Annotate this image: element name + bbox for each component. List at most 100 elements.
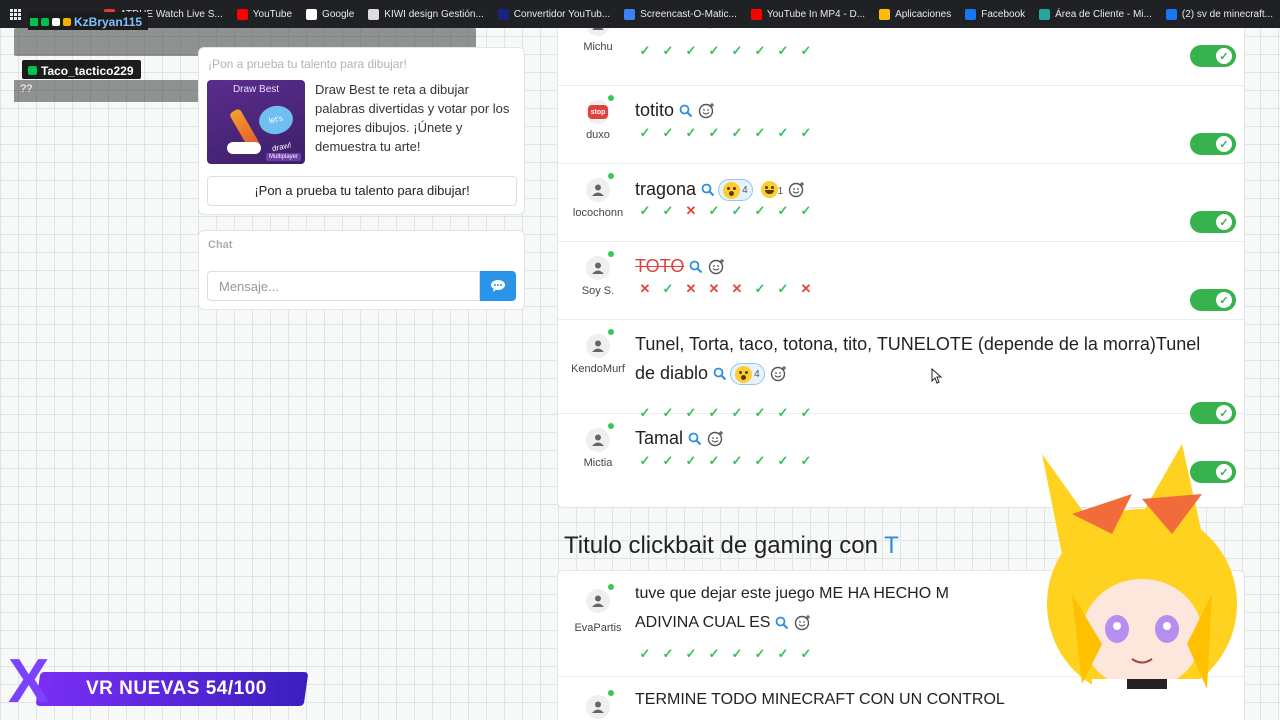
answer-username: KendoMurf bbox=[571, 363, 625, 375]
user-icon bbox=[592, 434, 604, 446]
check-icon: ✓ bbox=[1215, 213, 1233, 231]
user-avatar bbox=[586, 329, 614, 358]
answer-text-line1: Tunel, Torta, taco, totona, tito, TUNELO… bbox=[635, 334, 1201, 354]
answer-text-line2: de diablo bbox=[635, 363, 709, 383]
bookmark-item[interactable]: YouTube bbox=[230, 0, 299, 28]
answer-username: locochonn bbox=[572, 207, 624, 219]
reaction-pill[interactable]: 4 bbox=[730, 363, 765, 386]
bookmark-item[interactable]: Google bbox=[299, 0, 361, 28]
answer-text: TOTO bbox=[635, 252, 726, 281]
add-reaction-icon[interactable] bbox=[708, 258, 726, 276]
answer-text: tragona 4 1 bbox=[635, 174, 806, 206]
promo-button[interactable]: ¡Pon a prueba tu talento para dibujar! bbox=[207, 176, 517, 206]
search-icon[interactable] bbox=[775, 616, 789, 630]
answer-username: Michu bbox=[583, 41, 613, 53]
check-icon: ✓ bbox=[685, 646, 697, 661]
reaction-item[interactable]: 1 bbox=[760, 178, 783, 198]
cross-icon: ✕ bbox=[800, 281, 812, 296]
wow-emoji-icon bbox=[723, 181, 741, 199]
vtuber-avatar bbox=[1042, 444, 1237, 720]
user-icon bbox=[592, 340, 604, 352]
mouse-cursor-icon bbox=[931, 368, 943, 384]
stop-sign-icon: stop bbox=[588, 105, 608, 119]
check-icon: ✓ bbox=[777, 646, 789, 661]
bookmark-item[interactable]: Convertidor YouTub... bbox=[491, 0, 617, 28]
x-logo-icon: X bbox=[8, 647, 50, 716]
user-icon bbox=[592, 595, 604, 607]
badge-icon bbox=[28, 66, 37, 75]
badge-icon bbox=[52, 18, 60, 26]
bookmark-item[interactable]: YouTube In MP4 - D... bbox=[744, 0, 872, 28]
approve-toggle[interactable]: ✓ bbox=[1190, 289, 1236, 311]
bookmark-item[interactable]: Aplicaciones bbox=[872, 0, 958, 28]
approve-toggle[interactable]: ✓ bbox=[1190, 133, 1236, 155]
chat-card: Chat bbox=[198, 230, 525, 310]
bookmark-item[interactable]: Área de Cliente - Mi... bbox=[1032, 0, 1159, 28]
promo-description: Draw Best te reta a dibujar palabras div… bbox=[315, 82, 510, 154]
chat-send-button[interactable] bbox=[480, 271, 516, 301]
bookmark-favicon-icon bbox=[750, 8, 762, 20]
check-icon: ✓ bbox=[662, 281, 674, 296]
promo-image[interactable]: Draw Best let's draw! Multiplayer bbox=[207, 80, 305, 164]
apps-button[interactable] bbox=[4, 0, 28, 28]
reaction-pill[interactable]: 4 bbox=[718, 179, 753, 201]
bookmark-item[interactable]: Screencast-O-Matic... bbox=[617, 0, 744, 28]
vr-banner-text: VR NUEVAS 54/100 bbox=[86, 678, 267, 699]
approve-toggle[interactable]: ✓ bbox=[1190, 211, 1236, 233]
answer-text: Tamal bbox=[635, 424, 725, 453]
answer-word: TOTO bbox=[635, 256, 685, 276]
check-icon: ✓ bbox=[777, 453, 789, 468]
answer-username: Mictia bbox=[583, 457, 613, 469]
check-icon: ✓ bbox=[754, 646, 766, 661]
search-icon[interactable] bbox=[688, 432, 702, 446]
bookmark-item[interactable]: (2) sv de minecraft... bbox=[1159, 0, 1280, 28]
cross-icon: ✕ bbox=[708, 281, 720, 296]
cross-icon: ✕ bbox=[731, 281, 743, 296]
search-icon[interactable] bbox=[701, 183, 715, 197]
answer-text-line2: ADIVINA CUAL ES bbox=[635, 614, 771, 631]
answer-row: stop duxo totito ✓ ✓ ✓ ✓ ✓ ✓ ✓ ✓ ✓ bbox=[558, 86, 1244, 164]
bookmark-label: KIWI design Gestión... bbox=[384, 8, 484, 20]
add-reaction-icon[interactable] bbox=[698, 102, 716, 120]
check-icon: ✓ bbox=[800, 203, 812, 218]
user-icon bbox=[592, 701, 604, 713]
user-icon bbox=[592, 184, 604, 196]
approve-toggle[interactable]: ✓ bbox=[1190, 45, 1236, 67]
check-icon: ✓ bbox=[685, 453, 697, 468]
online-status-dot bbox=[608, 251, 614, 257]
search-icon[interactable] bbox=[689, 260, 703, 274]
promo-image-label: Draw Best bbox=[232, 84, 280, 95]
check-icon: ✓ bbox=[708, 125, 720, 140]
check-icon: ✓ bbox=[662, 125, 674, 140]
user-avatar bbox=[586, 423, 614, 452]
check-icon: ✓ bbox=[662, 646, 674, 661]
online-status-dot bbox=[608, 95, 614, 101]
cross-icon: ✕ bbox=[685, 281, 697, 296]
promo-card: ¡Pon a prueba tu talento para dibujar! D… bbox=[198, 47, 525, 215]
check-icon: ✓ bbox=[731, 43, 743, 58]
bookmark-favicon-icon bbox=[497, 8, 509, 20]
check-icon: ✓ bbox=[1215, 135, 1233, 153]
add-reaction-icon[interactable] bbox=[707, 430, 725, 448]
bookmark-favicon-icon bbox=[965, 8, 977, 20]
bookmark-item[interactable]: KIWI design Gestión... bbox=[361, 0, 491, 28]
check-icon: ✓ bbox=[639, 125, 651, 140]
check-icon: ✓ bbox=[800, 43, 812, 58]
add-reaction-icon[interactable] bbox=[794, 614, 812, 632]
bookmark-label: (2) sv de minecraft... bbox=[1181, 8, 1273, 20]
check-icon: ✓ bbox=[777, 43, 789, 58]
check-icon: ✓ bbox=[708, 453, 720, 468]
check-icon: ✓ bbox=[731, 125, 743, 140]
chat-message-input[interactable] bbox=[207, 271, 480, 301]
wow-emoji-icon bbox=[735, 365, 753, 383]
check-icon: ✓ bbox=[708, 43, 720, 58]
search-icon[interactable] bbox=[679, 104, 693, 118]
search-icon[interactable] bbox=[713, 367, 727, 381]
bookmark-item[interactable]: Facebook bbox=[958, 0, 1032, 28]
user-avatar bbox=[586, 584, 614, 613]
check-icon: ✓ bbox=[754, 43, 766, 58]
bookmark-favicon-icon bbox=[624, 8, 636, 20]
add-reaction-icon[interactable] bbox=[788, 181, 806, 199]
add-reaction-icon[interactable] bbox=[770, 365, 788, 383]
apps-grid-icon bbox=[10, 8, 21, 20]
